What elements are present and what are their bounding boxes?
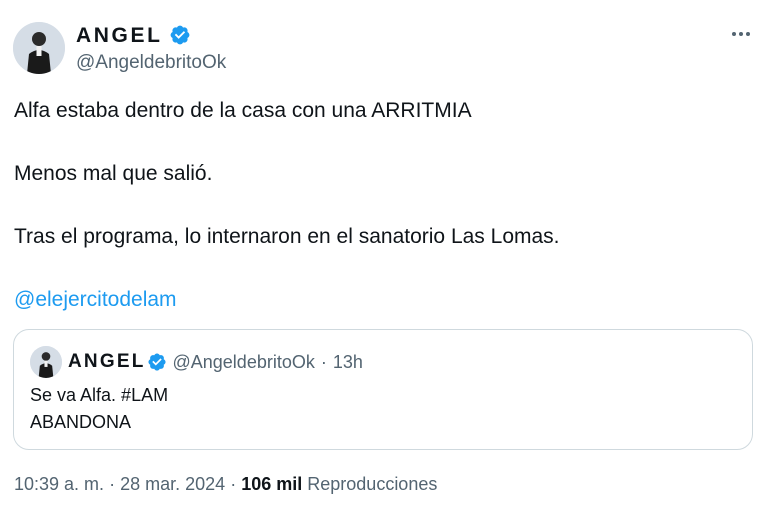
more-options-icon[interactable] [727,22,755,46]
quoted-text-line-2: ABANDONA [30,412,132,432]
author-handle[interactable]: @AngeldebritoOk [76,52,226,74]
quoted-tweet-card[interactable]: ANGEL @AngeldebritoOk · 13h Se va Alfa. … [13,329,753,450]
quoted-author-handle[interactable]: @AngeldebritoOk [173,352,315,373]
tweet-meta: 10:39 a. m. · 28 mar. 2024 · 106 mil Rep… [14,474,437,495]
mention-link[interactable]: @elejercitodelam [14,288,177,312]
tweet-text-line-3: Tras el programa, lo internaron en el sa… [14,225,560,248]
tweet-text-line-2: Menos mal que salió. [14,162,213,185]
meta-separator: · [230,474,237,494]
verified-badge-icon [170,25,189,45]
views-count: 106 mil [241,474,303,494]
tweet-date[interactable]: 28 mar. 2024 [120,474,225,494]
quoted-tweet-header: ANGEL @AngeldebritoOk · 13h [30,346,363,378]
author-name[interactable]: ANGEL [76,24,191,48]
quoted-author-name[interactable]: ANGEL [68,351,146,373]
quoted-text-line-1: Se va Alfa. #LAM [30,385,169,405]
quoted-author-avatar[interactable] [30,346,62,378]
quoted-time[interactable]: 13h [333,352,363,373]
profile-photo-icon [30,346,62,378]
author-display-name: ANGEL [76,24,163,47]
dot [739,32,743,36]
dot [746,32,750,36]
tweet-text-line-1: Alfa estaba dentro de la casa con una AR… [14,99,472,122]
profile-photo-icon [13,22,65,74]
quoted-separator: · [320,351,327,372]
verified-badge-icon [147,353,166,371]
author-avatar[interactable] [13,22,65,74]
dot [732,32,736,36]
views-label: Reproducciones [307,474,438,494]
tweet-time[interactable]: 10:39 a. m. [14,474,104,494]
meta-separator: · [109,474,116,494]
